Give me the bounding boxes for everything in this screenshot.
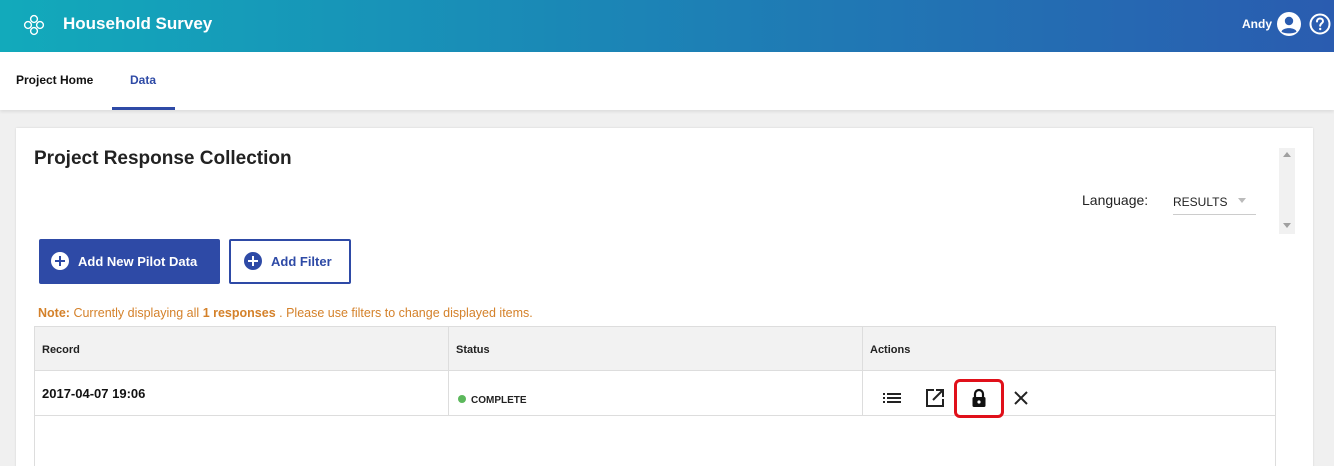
app-title[interactable]: Household Survey — [63, 14, 212, 34]
status-dot — [458, 395, 466, 403]
help-circle-icon[interactable] — [1309, 13, 1331, 35]
account-circle-icon[interactable] — [1276, 11, 1302, 37]
add-new-pilot-data-label: Add New Pilot Data — [78, 254, 198, 269]
tab-data[interactable]: Data — [130, 73, 156, 87]
note-prefix: Note: — [38, 306, 70, 320]
open-in-new-icon[interactable] — [924, 387, 946, 409]
tab-project-home[interactable]: Project Home — [16, 73, 93, 87]
flower-logo-icon[interactable] — [22, 13, 46, 37]
language-select[interactable]: RESULTS — [1173, 190, 1256, 215]
close-icon[interactable] — [1010, 387, 1032, 409]
responses-table: Record Status Actions 2017-04-07 19:06 C… — [34, 326, 1276, 466]
note-count: 1 responses — [202, 306, 276, 320]
note-text-after: . Please use filters to change displayed… — [279, 306, 533, 320]
table-row[interactable]: 2017-04-07 19:06 COMPLETE — [35, 371, 1275, 418]
record-timestamp[interactable]: 2017-04-07 19:06 — [42, 386, 145, 401]
active-tab-indicator — [112, 107, 175, 110]
add-circle-icon — [244, 252, 262, 270]
status-text: COMPLETE — [471, 395, 527, 406]
header-actions: Actions — [870, 344, 911, 356]
scroll-up-arrow-icon[interactable] — [1283, 152, 1291, 157]
add-circle-icon — [51, 252, 69, 270]
add-filter-label: Add Filter — [271, 254, 332, 269]
chevron-down-icon — [1238, 198, 1246, 203]
note-text-before: Currently displaying all — [73, 306, 200, 320]
language-select-value: RESULTS — [1173, 195, 1228, 209]
add-new-pilot-data-button[interactable]: Add New Pilot Data — [39, 239, 220, 284]
language-label: Language: — [1082, 192, 1149, 208]
list-icon[interactable] — [881, 387, 903, 409]
scroll-down-arrow-icon[interactable] — [1283, 223, 1291, 228]
add-filter-button[interactable]: Add Filter — [229, 239, 351, 284]
page-title: Project Response Collection — [34, 148, 292, 169]
scrollbar[interactable] — [1279, 148, 1295, 234]
header-status[interactable]: Status — [456, 344, 490, 356]
status-badge: COMPLETE — [458, 395, 527, 406]
response-collection-card: Project Response Collection Language: RE… — [16, 128, 1313, 466]
lock-highlight-box — [954, 379, 1004, 418]
user-name[interactable]: Andy — [1242, 17, 1272, 31]
top-app-bar: Household Survey Andy — [0, 0, 1334, 52]
table-header: Record Status Actions — [35, 327, 1275, 371]
header-record[interactable]: Record — [42, 344, 80, 356]
tab-bar: Project Home Data — [0, 52, 1334, 110]
responses-note: Note: Currently displaying all 1 respons… — [38, 306, 533, 320]
